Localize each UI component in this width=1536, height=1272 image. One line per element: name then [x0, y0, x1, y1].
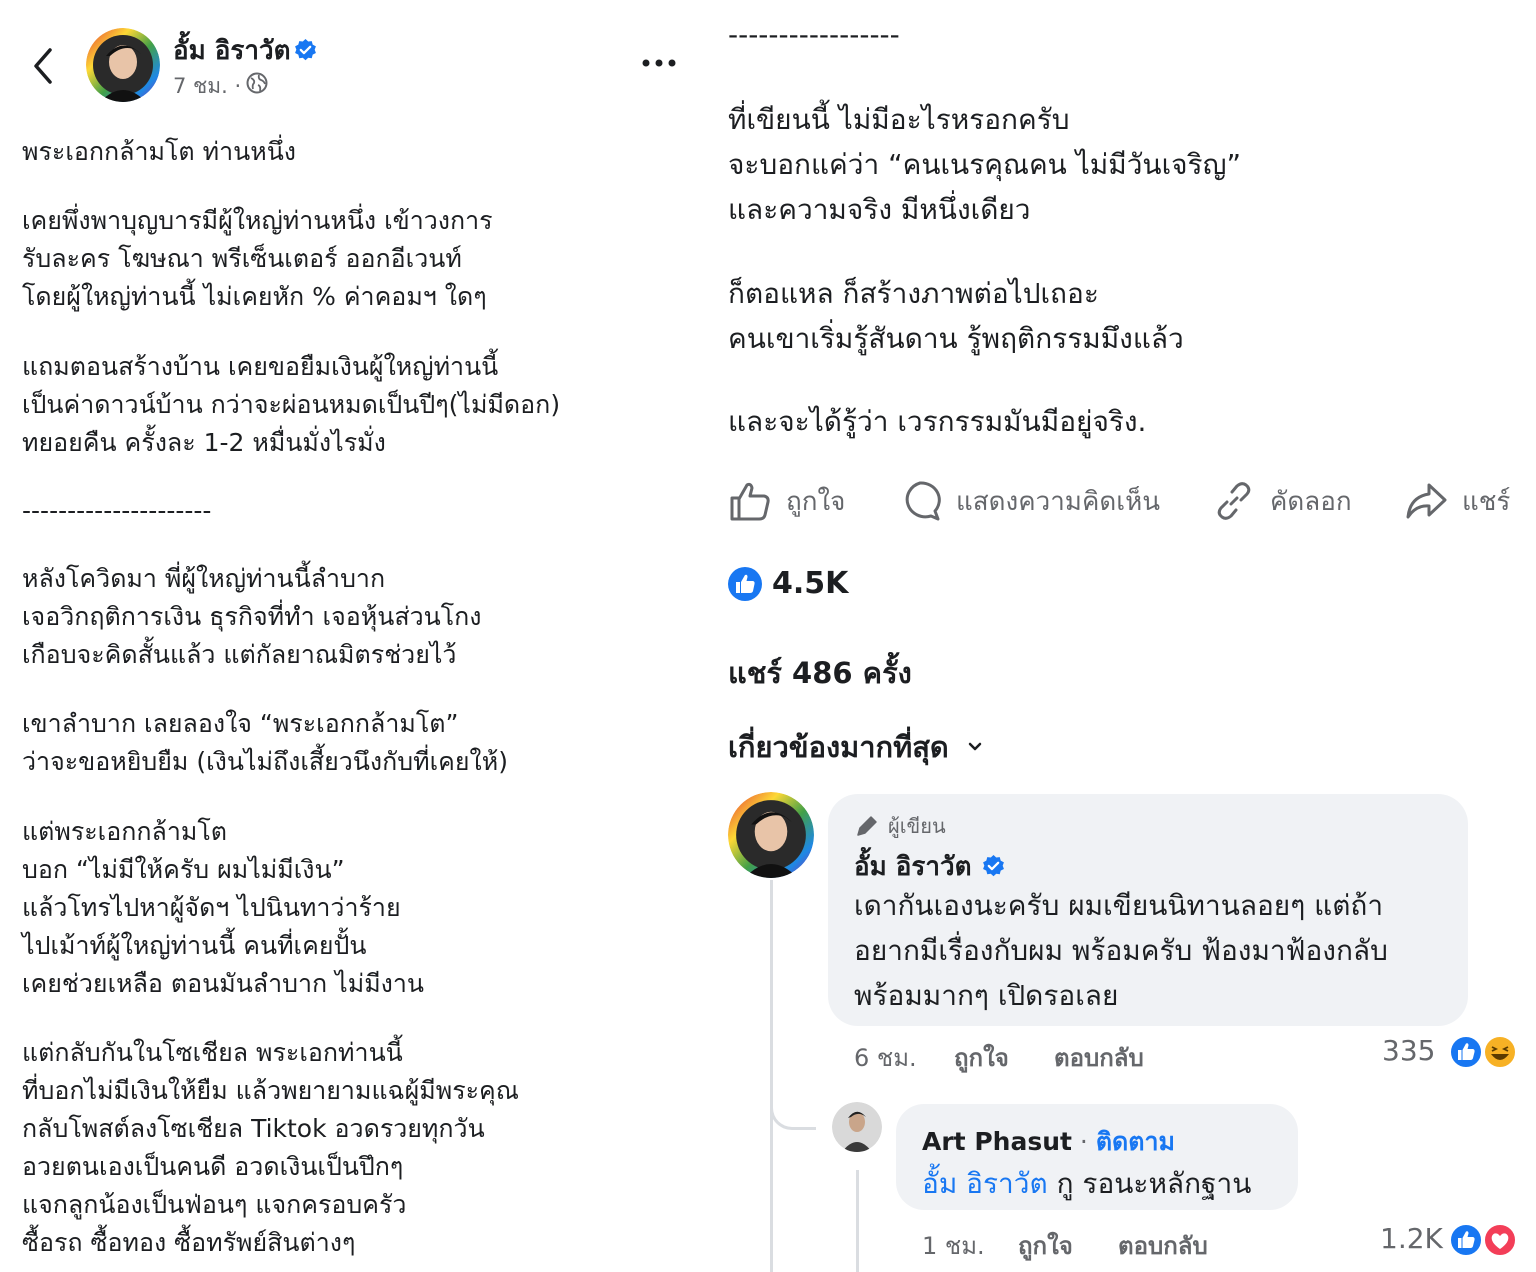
more-options-button[interactable] [640, 52, 680, 72]
post-line: และความจริง มีหนึ่งเดียว [728, 193, 1031, 226]
commenter-avatar[interactable] [728, 792, 814, 878]
chevron-down-icon [968, 742, 982, 751]
post-line: เคยช่วยเหลือ ตอนมันลำบาก ไม่มีงาน [22, 969, 425, 998]
author-badge-label: ผู้เขียน [888, 814, 946, 838]
post-divider: ----------------- [728, 18, 900, 51]
like-reaction-icon [728, 566, 762, 601]
like-button[interactable]: ถูกใจ [728, 476, 845, 526]
post-line: รับละคร โฆษณา พรีเซ็นเตอร์ ออกอีเวนท์ [22, 244, 462, 273]
share-button[interactable]: แชร์ [1404, 476, 1510, 526]
avatar-image [832, 1102, 882, 1152]
comment-like-button[interactable]: ถูกใจ [954, 1038, 1009, 1077]
love-reaction-icon [1483, 1223, 1517, 1257]
thumbs-up-icon [730, 482, 770, 521]
comment-time: 6 ชม. [854, 1044, 917, 1072]
follow-button[interactable]: ติดตาม [1096, 1127, 1175, 1156]
separator-dot: · [1079, 1127, 1088, 1156]
post-line: เจอวิกฤติการเงิน ธุรกิจที่ทำ เจอหุ้นส่วน… [22, 602, 482, 631]
post-line: ที่เขียนนี้ ไม่มีอะไรหรอกครับ [728, 103, 1070, 136]
post-line: ที่บอกไม่มีเงินให้ยืม แล้วพยายามแฉผู้มีพ… [22, 1076, 519, 1105]
comment-text: อยากมีเรื่องกับผม พร้อมครับ ฟ้องมาฟ้องกล… [854, 934, 1388, 967]
avatar-image [728, 792, 814, 878]
comment-sort-dropdown[interactable]: เกี่ยวข้องมากที่สุด [728, 724, 983, 770]
post-line: และจะได้รู้ว่า เวรกรรมมันมีอยู่จริง. [728, 405, 1147, 438]
share-count[interactable]: แชร์ 486 ครั้ง [728, 650, 912, 696]
reply-text: อั้ม อิราวัต กู รอนะหลักฐาน [922, 1162, 1251, 1206]
post-line: โดยผู้ใหญ่ท่านนี้ ไม่เคยหัก % ค่าคอมฯ ใด… [22, 282, 487, 311]
comment-text: พร้อมมากๆ เปิดรอเลย [854, 979, 1119, 1012]
post-line: แต่พระเอกกล้ามโต [22, 817, 228, 846]
post-line: ว่าจะขอหยิบยืม (เงินไม่ถึงเสี้ยวนึงกับที… [22, 747, 508, 776]
comment-icon [905, 481, 941, 521]
comment-button[interactable]: แสดงความคิดเห็น [898, 476, 1160, 526]
reply-avatar[interactable] [832, 1102, 882, 1152]
post-line: ไปเม้าท์ผู้ใหญ่ท่านนี้ คนที่เคยปั้น [22, 931, 367, 960]
thread-line [770, 880, 773, 1272]
share-label: แชร์ [1462, 486, 1511, 517]
reply-body: กู รอนะหลักฐาน [1056, 1167, 1252, 1200]
like-label: ถูกใจ [786, 486, 846, 517]
post-line: เขาลำบาก เลยลองใจ “พระเอกกล้ามโต” [22, 709, 459, 738]
post-line: บอก “ไม่มีให้ครับ ผมไม่มีเงิน” [22, 855, 345, 884]
post-line: เคยพึ่งพาบุญบารมีผู้ใหญ่ท่านหนึ่ง เข้าวง… [22, 206, 493, 235]
post-line: อวยตนเองเป็นคนดี อวดเงินเป็นปึกๆ [22, 1152, 404, 1181]
copy-label: คัดลอก [1270, 486, 1352, 517]
post-line: จะบอกแค่ว่า “คนเนรคุณคน ไม่มีวันเจริญ” [728, 148, 1241, 181]
reply-reaction-icons [1449, 1223, 1517, 1257]
pen-icon [857, 816, 877, 836]
author-badge: ผู้เขียน [854, 810, 946, 842]
post-line: หลังโควิดมา พี่ผู้ใหญ่ท่านนี้ลำบาก [22, 564, 386, 593]
post-line: เกือบจะคิดสั้นแล้ว แต่กัลยาณมิตรช่วยไว้ [22, 640, 457, 669]
post-line: แจกลูกน้องเป็นฟ่อนๆ แจกครอบครัว [22, 1190, 407, 1219]
reaction-summary[interactable]: 4.5K [728, 566, 848, 601]
share-arrow-icon [1406, 483, 1447, 519]
like-count: 4.5K [772, 566, 849, 601]
back-button[interactable] [28, 44, 60, 88]
like-reaction-icon [1449, 1223, 1483, 1257]
link-icon [1217, 482, 1251, 520]
post-line: ก็ตอแหล ก็สร้างภาพต่อไปเถอะ [728, 277, 1099, 310]
chevron-left-icon [34, 48, 52, 84]
post-line: คนเขาเริ่มรู้สันดาน รู้พฤติกรรมมึงแล้ว [728, 322, 1184, 355]
reply-time: 1 ชม. [922, 1232, 985, 1260]
mention-link[interactable]: อั้ม อิราวัต [922, 1167, 1048, 1200]
commenter-name[interactable]: อั้ม อิราวัต [854, 846, 1006, 887]
post-line: แถมตอนสร้างบ้าน เคยขอยืมเงินผู้ใหญ่ท่านน… [22, 352, 499, 381]
comment-reaction-icons [1449, 1035, 1517, 1069]
post-timestamp: 7 ชม. · [173, 74, 242, 98]
reply-header: Art Phasut · ติดตาม [922, 1122, 1175, 1162]
more-icon [642, 59, 676, 67]
verified-badge-icon [293, 38, 318, 63]
post-line: กลับโพสต์ลงโซเชียล Tiktok อวดรวยทุกวัน [22, 1114, 485, 1143]
post-line: ทยอยคืน ครั้งละ 1-2 หมื่นมั่งไรมั่ง [22, 428, 386, 457]
post-line: ซื้อรถ ซื้อทอง ซื้อทรัพย์สินต่างๆ [22, 1228, 356, 1257]
author-name[interactable]: อั้ม อิราวัต [173, 30, 290, 71]
copy-button[interactable]: คัดลอก [1212, 476, 1352, 526]
comment-reaction-count[interactable]: 335 [1382, 1034, 1435, 1067]
reply-like-button[interactable]: ถูกใจ [1018, 1226, 1073, 1265]
globe-icon [246, 72, 268, 94]
avatar-image [86, 28, 160, 102]
post-line: แล้วโทรไปหาผู้จัดฯ ไปนินทาว่าร้าย [22, 893, 401, 922]
reply-reply-button[interactable]: ตอบกลับ [1118, 1226, 1208, 1265]
author-avatar[interactable] [86, 28, 160, 102]
reply-reaction-count[interactable]: 1.2K [1380, 1222, 1443, 1255]
verified-badge-icon [983, 855, 1005, 877]
like-reaction-icon [1449, 1035, 1483, 1069]
commenter-name-text: อั้ม อิราวัต [854, 852, 972, 882]
thread-connector [770, 1080, 816, 1130]
sort-label: เกี่ยวข้องมากที่สุด [728, 730, 949, 764]
post-divider: --------------------- [22, 496, 212, 525]
haha-reaction-icon [1483, 1035, 1517, 1069]
post-line: เป็นค่าดาวน์บ้าน กว่าจะผ่อนหมดเป็นปีๆ(ไม… [22, 390, 561, 419]
comment-text: เดากันเองนะครับ ผมเขียนนิทานลอยๆ แต่ถ้า [854, 889, 1384, 922]
post-line: พระเอกกล้ามโต ท่านหนึ่ง [22, 137, 296, 166]
post-line: แต่กลับกันในโซเชียล พระเอกท่านนี้ [22, 1038, 403, 1067]
comment-label: แสดงความคิดเห็น [956, 486, 1161, 517]
reply-author-name[interactable]: Art Phasut [922, 1127, 1072, 1156]
comment-reply-button[interactable]: ตอบกลับ [1054, 1038, 1144, 1077]
thread-line [856, 1170, 859, 1272]
